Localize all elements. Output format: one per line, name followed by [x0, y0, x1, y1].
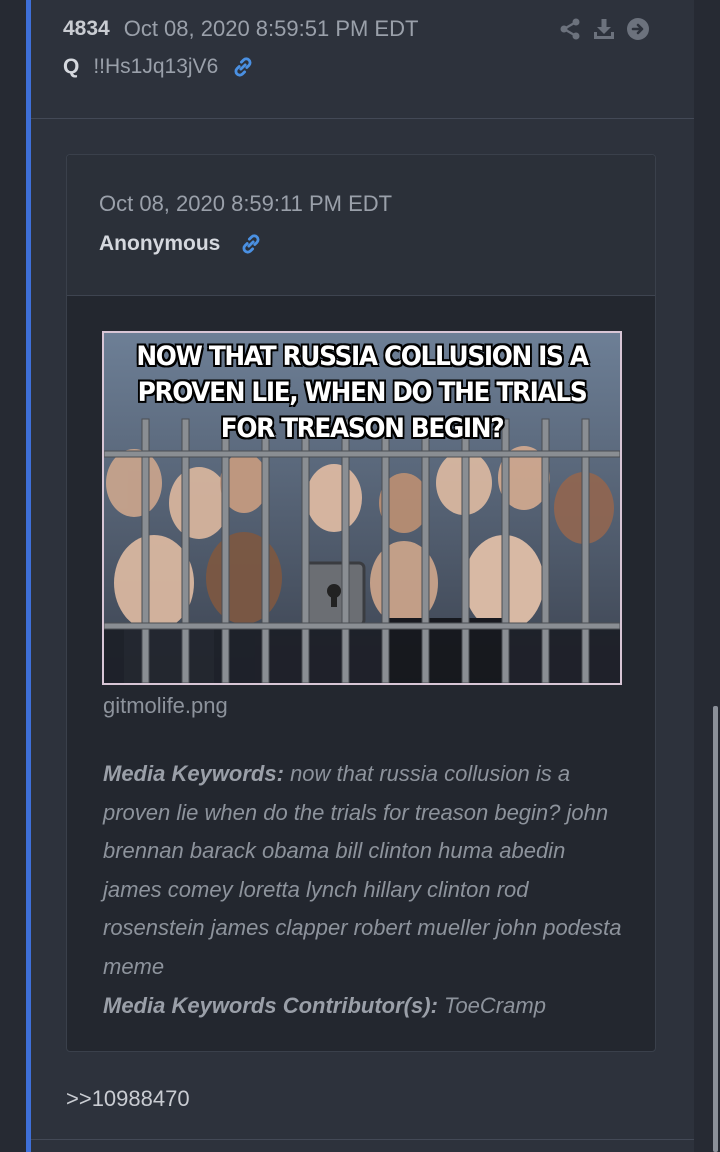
- quoted-post-header: Oct 08, 2020 8:59:11 PM EDT Anonymous: [67, 155, 655, 296]
- arrow-right-circle-icon[interactable]: [626, 17, 650, 41]
- meme-caption-line-1: NOW THAT RUSSIA COLLUSION IS A: [136, 341, 589, 372]
- quoted-post-author-line: Anonymous: [99, 229, 264, 259]
- media-keywords: Media Keywords: now that russia collusio…: [103, 755, 623, 1025]
- quoted-post-author: Anonymous: [99, 232, 221, 255]
- post-divider: [31, 1139, 694, 1140]
- quoted-post: Oct 08, 2020 8:59:11 PM EDT Anonymous NO…: [66, 154, 656, 1052]
- post-actions: [558, 14, 650, 44]
- post-number[interactable]: 4834: [63, 17, 110, 41]
- media-keywords-text: now that russia collusion is a proven li…: [103, 761, 622, 979]
- share-icon[interactable]: [558, 17, 582, 41]
- meme-caption-line-2: PROVEN LIE, WHEN DO THE TRIALS: [137, 377, 588, 408]
- meme-caption: NOW THAT RUSSIA COLLUSION IS A PROVEN LI…: [125, 333, 600, 447]
- link-icon[interactable]: [238, 231, 264, 257]
- image-filename[interactable]: gitmolife.png: [103, 693, 228, 719]
- contributors-label: Media Keywords Contributor(s):: [103, 992, 438, 1018]
- post-date: Oct 08, 2020 8:59:51 PM EDT: [123, 16, 419, 41]
- media-keywords-label: Media Keywords:: [103, 761, 284, 786]
- left-gutter: [0, 0, 26, 1152]
- post-author: Q: [63, 55, 80, 78]
- post-accent-bar: [26, 0, 31, 1152]
- header-divider: [31, 118, 694, 119]
- quoted-post-date: Oct 08, 2020 8:59:11 PM EDT: [99, 191, 393, 216]
- meme-image[interactable]: NOW THAT RUSSIA COLLUSION IS A PROVEN LI…: [102, 331, 622, 685]
- post-header: 4834 Oct 08, 2020 8:59:51 PM EDT: [63, 14, 418, 44]
- meme-caption-line-3: FOR TREASON BEGIN?: [220, 413, 505, 444]
- reply-reference[interactable]: >>10988470: [66, 1086, 190, 1112]
- download-icon[interactable]: [592, 17, 616, 41]
- link-icon[interactable]: [230, 54, 256, 80]
- post-tripcode: !!Hs1Jq13jV6: [93, 55, 219, 78]
- contributors-text: ToeCramp: [444, 992, 546, 1018]
- post-author-line: Q !!Hs1Jq13jV6: [63, 52, 256, 82]
- scrollbar[interactable]: [713, 706, 718, 1152]
